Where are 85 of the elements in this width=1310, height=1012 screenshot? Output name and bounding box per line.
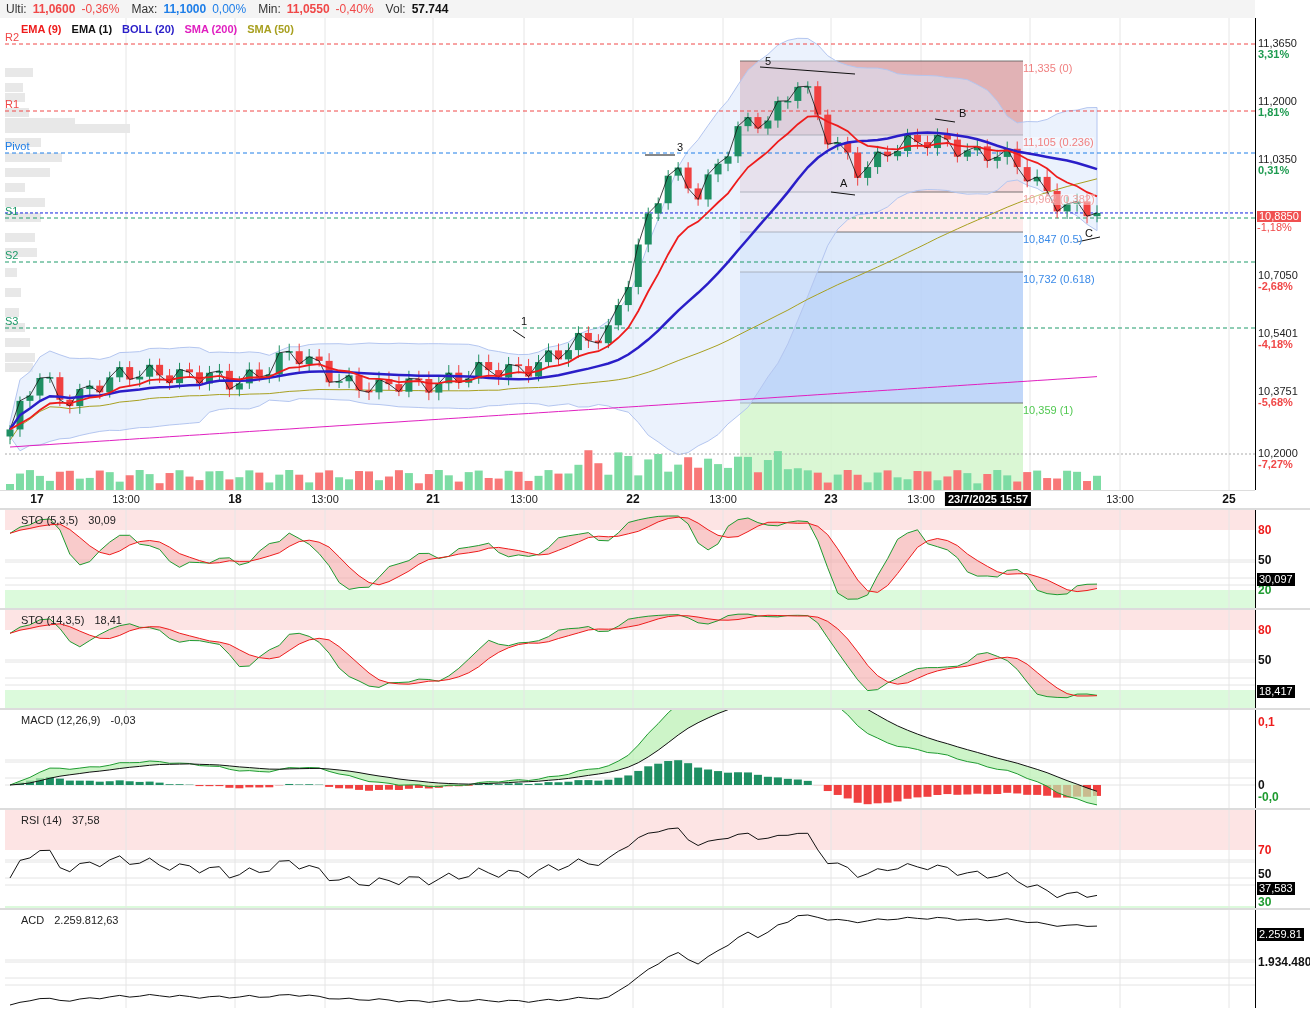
percent-tick: -1,18% [1257,222,1292,233]
indicator-current-tag: 18,417 [1257,685,1295,698]
current-price-tag: 10,8850 [1257,211,1301,222]
percent-tick: -5,68% [1258,397,1293,408]
indicator-value: 37,58 [71,813,100,828]
percent-tick: -7,27% [1258,459,1293,470]
price-tick: 11,3650 [1258,38,1297,49]
pivot-label: S3 [5,316,19,327]
time-tick: 13:00 [311,492,339,506]
pivot-label: R2 [5,32,20,43]
quote-change: 0,00% [212,1,247,18]
indicator-title: STO (14,3,5) [21,613,85,628]
fibonacci-label: 11,105 (0.236) [1023,137,1094,148]
price-tick: 11,0350 [1258,154,1297,165]
price-tick: 10,2000 [1258,448,1298,459]
quote-value: 57.744 [411,1,449,18]
indicator-tick: 70 [1258,844,1272,856]
indicator-value: 30,09 [88,513,116,528]
wave-label: 1 [521,316,528,327]
fibonacci-label: 10,847 (0.5) [1023,234,1083,245]
fibonacci-label: 10,732 (0.618) [1023,274,1095,285]
indicator-tick: 0,1 [1258,716,1275,728]
time-tick: 13:00 [907,492,935,506]
quote-change: -0,36% [81,1,120,18]
legend-item: BOLL (20) [122,22,175,37]
pivot-label: Pivot [5,141,30,152]
quote-label: Vol: [385,1,406,18]
indicator-title: STO (5,3,5) [21,513,79,528]
wave-label: A [840,178,848,189]
legend-item: EMA (9) [21,22,62,37]
percent-tick: -2,68% [1258,281,1293,292]
price-tick: 10,5401 [1258,328,1298,339]
quote-label: Ulti: [6,1,27,18]
time-tick: 25 [1222,492,1236,506]
indicator-tick: -0,0 [1258,791,1279,803]
indicator-value: 2.259.812,63 [54,913,119,928]
wave-label: C [1085,228,1093,239]
indicator-tick: 0 [1258,779,1265,791]
wave-label: B [959,108,967,119]
time-tick: 21 [426,492,440,506]
quote-change: -0,40% [335,1,374,18]
indicator-tick: 50 [1258,868,1272,880]
price-tick: 11,2000 [1258,96,1297,107]
pivot-label: R1 [5,99,20,110]
quote-value: 11,0600 [32,1,76,18]
legend-item: EMA (1) [71,22,113,37]
indicator-value: -0,03 [110,713,136,728]
percent-tick: -4,18% [1258,339,1293,350]
time-tick: 22 [626,492,640,506]
wave-label: 3 [677,142,684,153]
time-tick: 13:00 [510,492,538,506]
indicator-value: 18,41 [94,613,122,628]
percent-tick: 0,31% [1258,165,1290,176]
price-tick: 10,7050 [1258,270,1298,281]
indicator-tick: 50 [1258,554,1272,566]
indicator-title: MACD (12,26,9) [21,713,101,728]
time-tick: 13:00 [1106,492,1134,506]
fibonacci-label: 11,335 (0) [1023,63,1073,74]
percent-tick: 3,31% [1258,49,1290,60]
price-tick: 10,3751 [1258,386,1298,397]
indicator-current-tag: 2.259.81 [1257,928,1304,941]
pivot-label: S2 [5,250,19,261]
time-tick: 17 [30,492,44,506]
wave-label: 5 [765,56,772,67]
quote-label: Max: [131,1,158,18]
indicator-current-tag: 37,583 [1257,882,1295,895]
indicator-tick: 80 [1258,524,1272,536]
quote-value: 11,1000 [163,1,207,18]
indicator-tick: 30 [1258,896,1272,908]
indicator-tick: 1.934.480 [1258,956,1310,968]
quote-value: 11,0550 [286,1,330,18]
time-tick: 18 [228,492,242,506]
quote-label: Min: [258,1,281,18]
indicator-tick: 50 [1258,654,1272,666]
indicator-tick: 80 [1258,624,1272,636]
percent-tick: 1,81% [1258,107,1290,118]
fibonacci-label: 10,359 (1) [1023,405,1074,416]
indicator-title: ACD [21,913,45,928]
time-tick: 13:00 [112,492,140,506]
legend-item: SMA (50) [247,22,294,37]
cursor-time-label: 23/7/2025 15:57 [944,492,1032,506]
indicator-title: RSI (14) [21,813,62,828]
time-tick: 13:00 [709,492,737,506]
legend-item: SMA (200) [184,22,238,37]
time-tick: 23 [824,492,838,506]
